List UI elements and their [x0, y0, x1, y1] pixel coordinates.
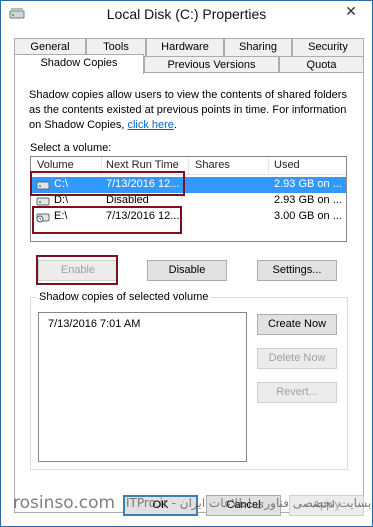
click-here-link[interactable]: click here — [127, 119, 173, 131]
window-title: Local Disk (C:) Properties — [106, 6, 267, 22]
column-separator[interactable] — [268, 157, 269, 174]
highlight-box-enable — [36, 255, 118, 285]
tab-sharing[interactable]: Sharing — [224, 38, 292, 56]
used-space: 2.93 GB on ... — [274, 194, 342, 206]
revert-button[interactable]: Revert... — [257, 382, 337, 403]
highlight-box-e — [32, 206, 182, 234]
column-next-run-time[interactable]: Next Run Time — [106, 159, 179, 171]
description-end: . — [173, 119, 177, 131]
snapshot-group-title: Shadow copies of selected volume — [37, 291, 211, 303]
tab-shadow-copies[interactable]: Shadow Copies — [14, 54, 144, 74]
title-bar[interactable]: Local Disk (C:) Properties ✕ — [1, 1, 372, 29]
description-body: Shadow copies allow users to view the co… — [29, 89, 347, 131]
create-now-button[interactable]: Create Now — [257, 314, 337, 335]
snapshot-list[interactable]: 7/13/2016 7:01 AM — [38, 312, 247, 462]
highlight-box-c — [30, 171, 185, 196]
close-button[interactable]: ✕ — [337, 1, 365, 23]
watermark-right: ITPro.ir - وبسایت تخصصی فناوری اطلاعات ا… — [126, 496, 371, 510]
select-volume-label: Select a volume: — [30, 142, 112, 154]
column-separator[interactable] — [188, 157, 189, 174]
tab-security[interactable]: Security — [292, 38, 364, 56]
column-volume[interactable]: Volume — [37, 159, 74, 171]
used-space: 2.93 GB on ... — [274, 178, 342, 190]
settings-button[interactable]: Settings... — [257, 260, 337, 281]
column-shares[interactable]: Shares — [195, 159, 230, 171]
watermark-left: rosinso.com — [13, 493, 116, 513]
tab-hardware[interactable]: Hardware — [146, 38, 224, 56]
description-text: Shadow copies allow users to view the co… — [29, 88, 354, 133]
snapshot-item[interactable]: 7/13/2016 7:01 AM — [48, 318, 140, 330]
disable-button[interactable]: Disable — [147, 260, 227, 281]
delete-now-button[interactable]: Delete Now — [257, 348, 337, 369]
properties-window: Local Disk (C:) Properties ✕ General Too… — [0, 0, 373, 527]
column-used[interactable]: Used — [274, 159, 300, 171]
used-space: 3.00 GB on ... — [274, 210, 342, 222]
